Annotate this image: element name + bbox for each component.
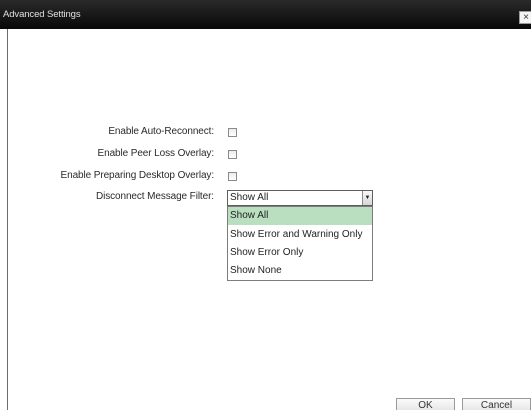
title-bar: Advanced Settings × <box>0 0 531 29</box>
close-icon: × <box>523 12 529 23</box>
preparing-desktop-overlay-checkbox[interactable] <box>228 172 237 181</box>
auto-reconnect-checkbox[interactable] <box>228 128 237 137</box>
peer-loss-overlay-label: Enable Peer Loss Overlay: <box>97 148 215 159</box>
option-show-all[interactable]: Show All <box>228 207 372 225</box>
option-show-error-only[interactable]: Show Error Only <box>228 244 372 262</box>
preparing-desktop-overlay-row: Enable Preparing Desktop Overlay: <box>0 170 531 184</box>
disconnect-filter-label: Disconnect Message Filter: <box>95 191 214 202</box>
dropdown-arrow-icon[interactable]: ▼ <box>362 191 372 205</box>
peer-loss-overlay-row: Enable Peer Loss Overlay: <box>0 148 531 162</box>
disconnect-filter-options: Show All Show Error and Warning Only Sho… <box>227 206 373 281</box>
preparing-desktop-overlay-label: Enable Preparing Desktop Overlay: <box>60 170 215 181</box>
ok-button[interactable]: OK <box>396 398 455 410</box>
auto-reconnect-row: Enable Auto-Reconnect: <box>0 126 531 140</box>
disconnect-filter-select[interactable]: Show All ▼ <box>227 190 373 206</box>
peer-loss-overlay-checkbox[interactable] <box>228 150 237 159</box>
disconnect-filter-value: Show All <box>230 192 269 203</box>
cancel-button[interactable]: Cancel <box>462 398 531 410</box>
auto-reconnect-label: Enable Auto-Reconnect: <box>108 126 214 137</box>
option-show-error-and-warning[interactable]: Show Error and Warning Only <box>228 226 372 244</box>
dialog-title: Advanced Settings <box>3 9 81 20</box>
advanced-settings-dialog: Advanced Settings × Enable Auto-Reconnec… <box>0 0 531 410</box>
content-left-border <box>7 29 8 410</box>
option-show-none[interactable]: Show None <box>228 262 372 280</box>
close-button[interactable]: × <box>519 11 531 24</box>
